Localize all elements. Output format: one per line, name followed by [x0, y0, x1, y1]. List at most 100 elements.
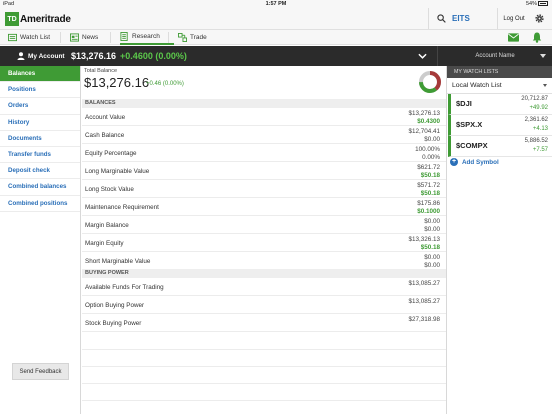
balance-row-account-value: Account Value $13,276.13 $0.4300	[82, 108, 446, 126]
row-value: $13,326.13	[408, 236, 440, 243]
chevron-down-icon[interactable]	[418, 52, 427, 60]
account-name-label: Account Name	[475, 53, 515, 59]
balances-panel: Total Balance $13,276.16 +0.46 (0.00%) B…	[82, 66, 446, 414]
buying-power-row-option: Option Buying Power $13,085.27	[82, 296, 446, 314]
row-value: 100.00%	[415, 146, 440, 153]
tab-label: Trade	[190, 34, 207, 41]
tab-label: Watch List	[20, 34, 51, 41]
row-change: $0.4300	[417, 118, 440, 125]
total-balance-change: +0.46 (0.00%)	[146, 81, 184, 87]
row-value: $0.00	[424, 254, 440, 261]
gear-icon[interactable]	[534, 13, 545, 24]
balance-row-equity-percentage: Equity Percentage 100.00% 0.00%	[82, 144, 446, 162]
tab-news[interactable]: News	[70, 30, 98, 45]
watchlist-header: MY WATCH LISTS	[447, 66, 552, 78]
account-name-selector[interactable]: Account Name	[438, 46, 552, 66]
row-change: $0.1000	[417, 208, 440, 215]
nav-combined-balances[interactable]: Combined balances	[0, 179, 80, 196]
news-icon	[70, 33, 79, 42]
row-label: Maintenance Requirement	[85, 204, 159, 211]
row-value: $0.00	[424, 218, 440, 225]
logo-mark: TD	[5, 12, 19, 26]
watchlist-change: +4.13	[532, 126, 548, 132]
row-value: $621.72	[417, 164, 440, 171]
symbol-search[interactable]: EITS	[428, 8, 498, 29]
row-label: Option Buying Power	[85, 302, 145, 309]
my-account-button[interactable]: My Account	[17, 46, 65, 66]
account-value: $13,276.16 +0.4600 (0.00%)	[71, 46, 187, 66]
balances-section-header: BALANCES	[82, 99, 446, 108]
battery-status: 54%	[526, 1, 548, 7]
tab-bar: Watch List News Research Trade	[0, 30, 552, 45]
empty-row-divider	[82, 349, 446, 350]
account-bar: My Account $13,276.16 +0.4600 (0.00%) Ac…	[0, 46, 552, 66]
watchlist-price: 20,712.87	[521, 96, 548, 102]
row-value: $175.86	[417, 200, 440, 207]
watchlist-change: +7.57	[532, 147, 548, 153]
watchlist-panel: MY WATCH LISTS Local Watch List $DJI 20,…	[446, 66, 552, 414]
mail-icon[interactable]	[508, 33, 519, 42]
tab-trade[interactable]: Trade	[178, 30, 207, 45]
tab-label: News	[82, 34, 99, 41]
search-symbol-value[interactable]: EITS	[452, 14, 470, 23]
buying-power-section-header: BUYING POWER	[82, 269, 446, 278]
nav-deposit-check[interactable]: Deposit check	[0, 163, 80, 180]
row-value: $13,276.13	[408, 110, 440, 117]
nav-transfer-funds[interactable]: Transfer funds	[0, 147, 80, 164]
balance-row-maintenance-requirement: Maintenance Requirement $175.86 $0.1000	[82, 198, 446, 216]
balance-row-margin-balance: Margin Balance $0.00 $0.00	[82, 216, 446, 234]
nav-history[interactable]: History	[0, 115, 80, 131]
tab-research[interactable]: Research	[120, 30, 174, 45]
total-balance-value: $13,276.16	[84, 75, 150, 90]
watchlist-price: 2,361.62	[524, 117, 548, 123]
balance-row-margin-equity: Margin Equity $13,326.13 $50.18	[82, 234, 446, 252]
row-change: $0.00	[424, 262, 440, 269]
nav-positions[interactable]: Positions	[0, 82, 80, 99]
nav-documents[interactable]: Documents	[0, 131, 80, 147]
tab-divider	[60, 32, 61, 43]
user-icon	[17, 52, 25, 60]
allocation-donut-icon[interactable]	[418, 70, 442, 94]
watchlist-item-compx[interactable]: $COMPX 5,886.52 +7.57	[448, 136, 552, 157]
row-label: Short Marginable Value	[85, 258, 151, 265]
watchlist-change: +49.92	[529, 105, 548, 111]
add-symbol-button[interactable]: + Add Symbol	[450, 158, 499, 166]
buying-power-row-available-funds: Available Funds For Trading $13,085.27	[82, 278, 446, 296]
add-symbol-label: Add Symbol	[462, 158, 499, 166]
tab-divider	[110, 32, 111, 43]
nav-combined-positions[interactable]: Combined positions	[0, 196, 80, 212]
status-bar: iPad 1:57 PM 54%	[0, 0, 552, 8]
row-label: Long Stock Value	[85, 186, 134, 193]
nav-balances[interactable]: Balances	[0, 66, 80, 83]
search-icon	[437, 14, 446, 23]
watchlist-icon	[8, 33, 17, 42]
empty-row-divider	[82, 400, 446, 401]
trade-icon	[178, 33, 187, 42]
watchlist-selector[interactable]: Local Watch List	[447, 78, 552, 94]
battery-percent: 54%	[525, 1, 537, 7]
row-change: $0.00	[424, 226, 440, 233]
row-value: $571.72	[417, 182, 440, 189]
empty-row-divider	[82, 366, 446, 367]
watchlist-symbol: $COMPX	[456, 141, 488, 150]
logout-button[interactable]: Log Out	[498, 8, 530, 29]
watchlist-item-dji[interactable]: $DJI 20,712.87 +49.92	[448, 94, 552, 115]
battery-icon	[538, 1, 548, 6]
row-label: Cash Balance	[85, 132, 125, 139]
watchlist-price: 5,886.52	[524, 138, 548, 144]
balance-row-short-marginable-value: Short Marginable Value $0.00 $0.00	[82, 252, 446, 270]
nav-orders[interactable]: Orders	[0, 98, 80, 115]
row-label: Margin Equity	[85, 240, 124, 247]
send-feedback-button[interactable]: Send Feedback	[12, 363, 69, 380]
td-ameritrade-logo: TD Ameritrade	[5, 12, 71, 26]
tab-divider	[168, 32, 169, 43]
tab-watch-list[interactable]: Watch List	[8, 30, 50, 45]
total-balance-change-amount: +0.46	[146, 81, 162, 87]
watchlist-symbol: $DJI	[456, 99, 472, 108]
total-balance-change-pct: (0.00%)	[162, 81, 184, 87]
row-change: $50.18	[420, 172, 440, 179]
bell-icon[interactable]	[532, 32, 542, 43]
watchlist-item-spx[interactable]: $SPX.X 2,361.62 +4.13	[448, 115, 552, 136]
row-change: 0.00%	[422, 154, 440, 161]
tab-label: Research	[132, 33, 160, 40]
